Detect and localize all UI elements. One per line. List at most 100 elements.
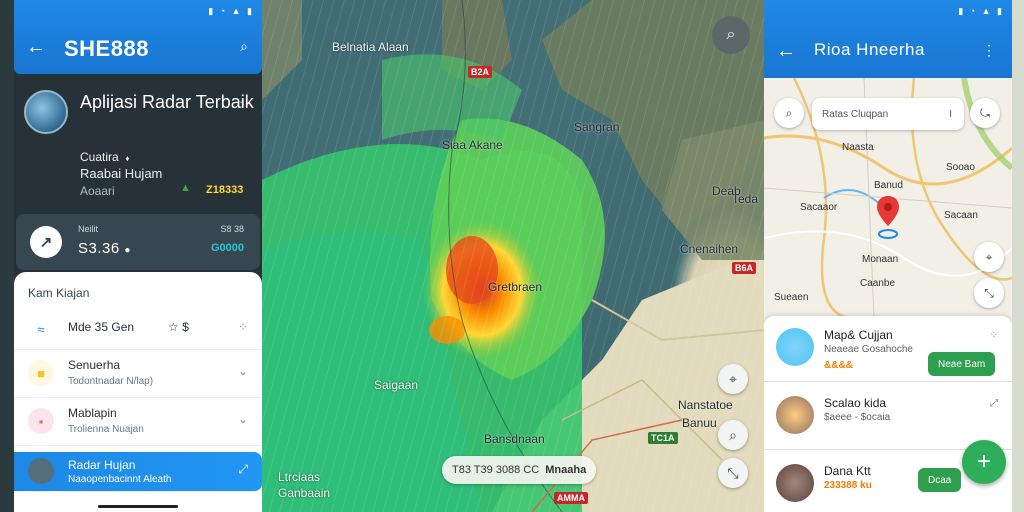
list-item-active[interactable]: Radar Hujan Naaopenbacinnt Aleath ⤢ [14,452,262,492]
route-button[interactable]: ⤡ [974,278,1004,308]
status-icons: ▮ ◔ ▲ ▮ [208,6,254,16]
back-icon[interactable]: ← [776,40,796,63]
edge-strip [1012,0,1024,512]
expand-icon[interactable]: ⤢ [238,462,248,477]
list-item[interactable]: Scalao kida $aeee - $ocaia ⤢ [764,384,1012,450]
right-phone: ▮ ◔ ▲ ▮ ← Rioa Hneerha ⋮ ⌕ Ratas Cluqpan… [764,0,1012,512]
status-icons: ▮ ◔ ▲ ▮ [958,6,1004,16]
route-icon: ⤡ [984,285,994,300]
stat-card[interactable]: ↗ Neilit S3.36 ● S8 38 G0000 [16,214,260,270]
map-label: Sooao [946,162,975,173]
timeline-label: Mnaaha [545,464,587,476]
grid-icon[interactable]: ⁘ [238,320,248,334]
map-label: Bansdnaan [484,432,545,446]
arrow-icon: ↗ [30,226,62,258]
map-search-button[interactable]: ⌕ [774,98,804,128]
locate-button[interactable]: ⌖ [974,242,1004,272]
item-action-button[interactable]: Neae Bam [928,352,996,376]
avatar [776,464,814,502]
item-subtitle: Trolienna Nuajan [68,424,144,435]
map-label: Sacaaor [800,202,838,213]
back-icon[interactable]: ← [26,36,46,59]
avatar [776,328,814,366]
map-label: Monaan [862,254,899,265]
search-placeholder: Ratas Cluqpan [822,108,889,120]
zoom-button[interactable]: ⌕ [718,420,748,450]
item-title: Radar Hujan [68,458,136,472]
chevron-down-icon[interactable]: ⌄ [238,364,248,378]
chevron-down-icon[interactable]: ⌄ [238,412,248,426]
item-title: Dana Ktt [824,464,871,478]
timeline-pill[interactable]: T83 T39 3088 CC Mnaaha [442,456,597,484]
hero-value: Z18333 [206,184,244,196]
app-bar: ▮ ◔ ▲ ▮ ← SHE888 ⌕ [14,0,262,74]
radar-map[interactable]: Belnatia Alaan Siaa Akane Sangran Gretbr… [262,0,764,512]
sheet-header: Kam Kiajan [28,286,90,300]
tag-icon: ▪ [28,408,54,434]
map-label: Saigaan [374,378,419,392]
map-label: Ganbaain [278,486,331,500]
map-tag: AMMA [554,492,588,504]
add-button[interactable]: + [962,440,1006,484]
app-bar: ▮ ◔ ▲ ▮ ← Rioa Hneerha ⋮ [764,0,1012,78]
map-label: Caanbe [860,278,896,289]
map-tag: B6A [732,262,757,274]
item-price: &&&& [824,360,853,371]
menu-icon[interactable]: ⁘ [236,98,246,112]
locate-icon: ⌖ [729,370,737,387]
thumbnail-icon [28,458,54,484]
locate-button[interactable]: ⌖ [718,364,748,394]
bottom-sheet: Kam Kiajan ≈ Mde 35 Gen ☆ $ ⁘ ■ Senuerha… [14,272,262,512]
results-sheet: Map& Cujjan Neaeae Gosahoche &&&& ⁘ Neae… [764,316,1012,512]
map-label: Gretbraen [488,280,543,294]
item-subtitle: Naaopenbacinnt Aleath [68,474,172,485]
search-input[interactable]: Ratas Cluqpan I [812,98,964,130]
map-label: Nanstatoe [678,398,733,412]
item-desc: 233388 ku [824,480,872,491]
map-label: Sueaen [774,292,809,303]
item-title: Senuerha [68,358,121,372]
search-icon: ⌕ [785,105,793,120]
wave-icon: ≈ [37,321,45,337]
share-icon: ⤿ [980,105,990,120]
list-item[interactable]: Map& Cujjan Neaeae Gosahoche &&&& ⁘ Neae… [764,316,1012,382]
item-title: Mablapin [68,406,117,420]
expand-icon[interactable]: ⤢ [990,398,998,409]
lock-icon: ■ [28,360,54,386]
map-label: Belnatia Alaan [332,40,409,54]
item-title: Mde 35 Gen [68,320,135,334]
hero-line3: Aoaari [80,184,115,198]
map-label: Cnenaihen [680,242,739,256]
map-label: Deab [712,184,741,198]
cursor: I [949,108,952,120]
more-icon[interactable]: ⋮ [982,42,996,59]
star-icon[interactable]: ☆ $ [168,320,189,334]
search-icon[interactable]: ⌕ [240,38,248,55]
left-phone: ▮ ◔ ▲ ▮ ← SHE888 ⌕ Aplijasi Radar Terbai… [14,0,262,512]
list-item[interactable]: ▪ Mablapin Trolienna Nuajan ⌄ [14,398,262,446]
share-button[interactable]: ⤿ [970,98,1000,128]
item-action-button[interactable]: Dcaa [918,468,962,492]
list-item[interactable]: ≈ Mde 35 Gen ☆ $ ⁘ [14,306,262,350]
item-desc: $aeee - $ocaia [824,412,891,423]
list-item[interactable]: ■ Senuerha Todontnadar N/lap) ⌄ [14,350,262,398]
item-title: Map& Cujjan [824,328,893,342]
home-indicator [98,505,178,508]
locate-icon: ⌖ [985,249,993,264]
item-desc: Neaeae Gosahoche [824,344,913,355]
diamond-icon: ♦ [125,154,130,163]
map-label: Ltrciaas [278,470,321,484]
map-label: Banuu [682,416,717,430]
trend-up-icon: ▲ [180,182,191,194]
map-search-button[interactable]: ⌕ [712,16,750,54]
map-label: Naasta [842,142,874,153]
stat-right-value: G0000 [210,242,244,254]
expand-button[interactable]: ⤡ [718,458,748,488]
grid-icon[interactable]: ⁘ [990,330,998,341]
hero-title: Aplijasi Radar Terbaik [80,92,254,112]
stat-label: Neilit [78,224,99,234]
location-pin-icon[interactable] [877,196,899,240]
map-tag: B2A [468,66,493,78]
map-label: Sacaan [944,210,978,221]
route-map[interactable]: ⌕ Ratas Cluqpan I ⤿ Naasta Sooao Banud S… [764,78,1012,318]
